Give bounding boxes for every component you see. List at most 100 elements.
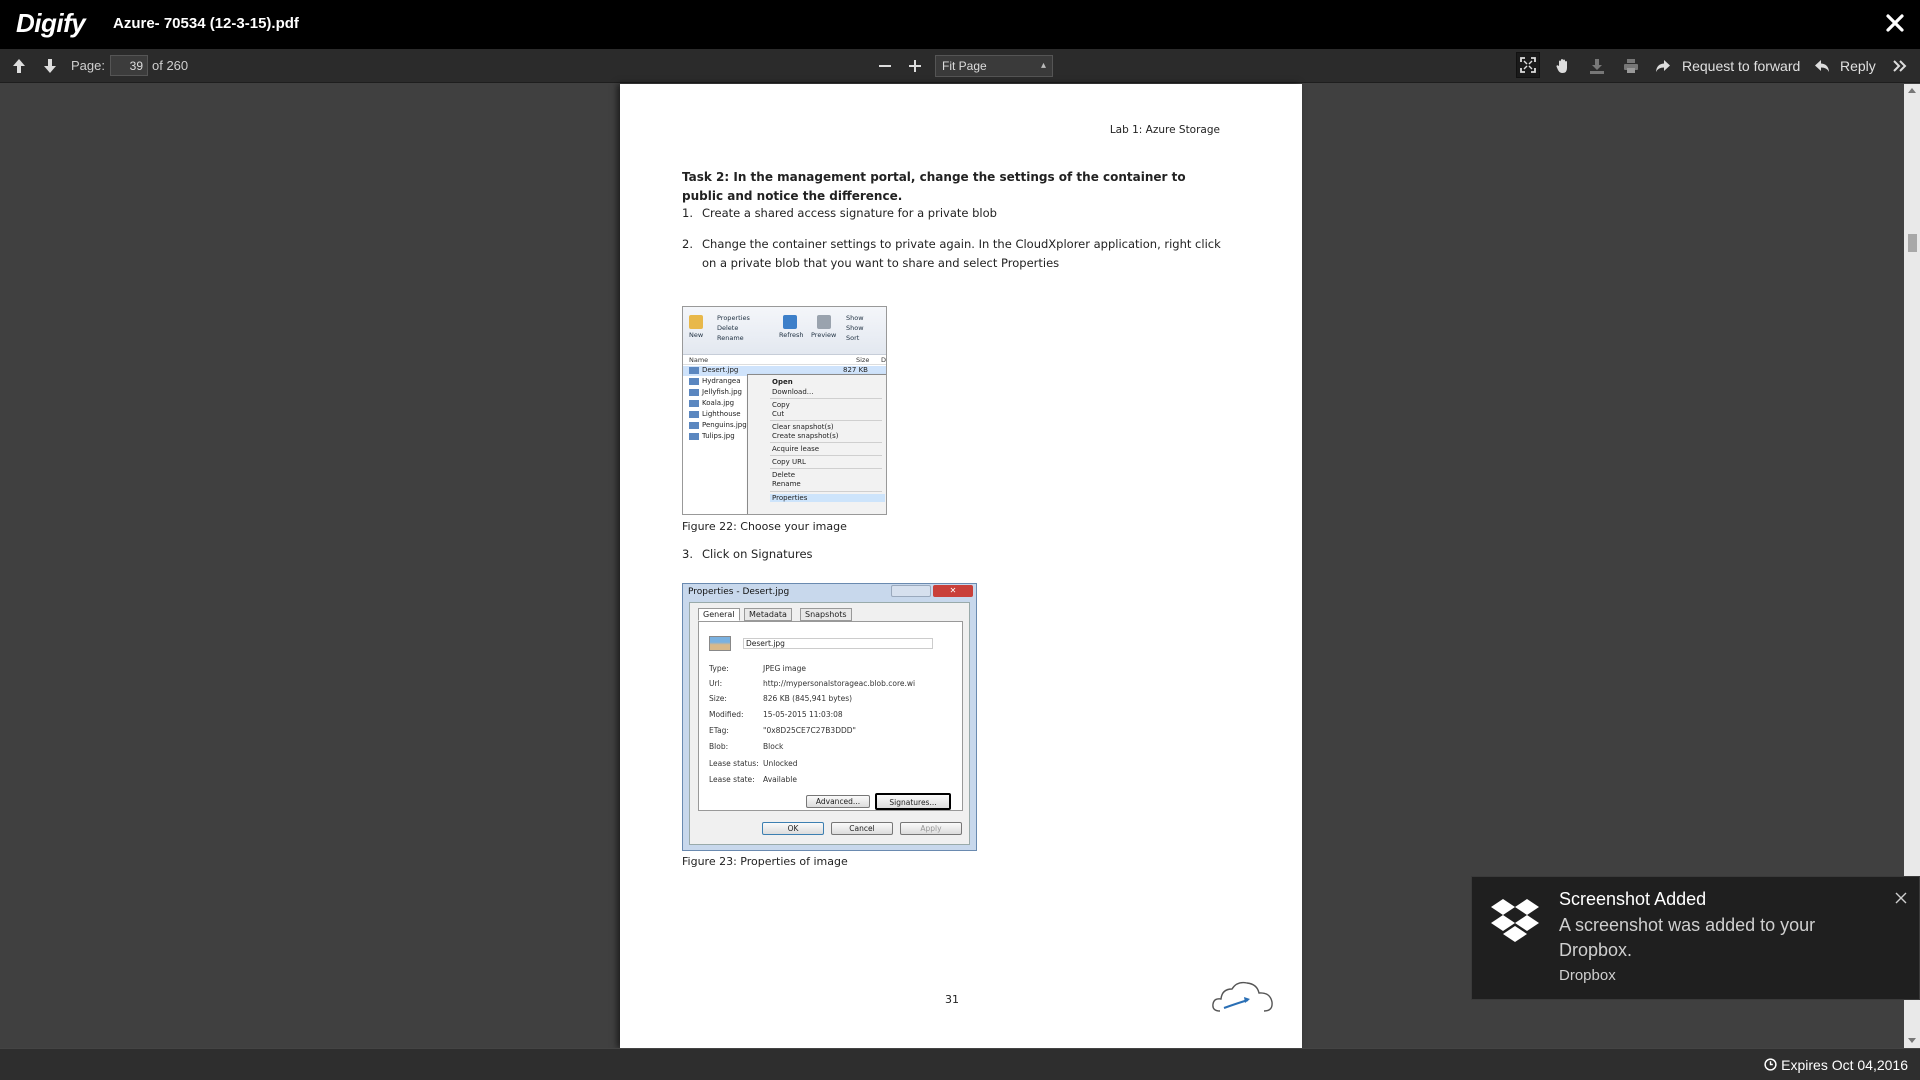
zoom-select-value: Fit Page bbox=[942, 59, 987, 73]
dialog-tab-panel: Desert.jpg Type: JPEG image Url: http://my… bbox=[698, 621, 963, 811]
list-item: Jellyfish.jpg bbox=[689, 388, 742, 396]
request-forward-button[interactable]: Request to forward bbox=[1682, 58, 1800, 74]
step-number: 3. bbox=[682, 547, 693, 561]
menu-item: Create snapshot(s) bbox=[772, 432, 839, 440]
property-value: Block bbox=[763, 742, 784, 751]
menu-divider bbox=[770, 455, 882, 456]
ribbon-label: Sort bbox=[846, 334, 860, 342]
apply-button: Apply bbox=[900, 822, 962, 835]
notification-toast[interactable]: Screenshot Added A screenshot was added … bbox=[1471, 876, 1920, 1000]
close-viewer-button[interactable] bbox=[1884, 12, 1906, 34]
ribbon-label: Rename bbox=[717, 334, 744, 342]
dialog-title: Properties - Desert.jpg bbox=[688, 587, 790, 597]
next-page-button[interactable] bbox=[41, 57, 59, 75]
dialog-tab: General bbox=[698, 608, 740, 621]
download-button[interactable] bbox=[1588, 57, 1606, 75]
status-bar: Expires Oct 04,2016 bbox=[0, 1048, 1920, 1080]
property-label: Lease status: bbox=[709, 759, 759, 768]
print-button[interactable] bbox=[1622, 57, 1640, 75]
app-logo: Digify bbox=[16, 8, 86, 38]
list-item: Tulips.jpg bbox=[689, 432, 735, 440]
ribbon: New Properties Delete Rename Refresh Pre… bbox=[683, 307, 886, 355]
arrow-down-icon bbox=[44, 59, 56, 73]
signatures-button: Signatures... bbox=[875, 793, 951, 810]
property-label: Size: bbox=[709, 694, 727, 703]
page-number-footer: 31 bbox=[945, 993, 959, 1006]
page-header: Lab 1: Azure Storage bbox=[1109, 124, 1220, 136]
ribbon-label: Refresh bbox=[779, 331, 804, 339]
file-name: Penguins.jpg bbox=[702, 421, 747, 429]
page-total: of 260 bbox=[152, 58, 189, 73]
property-value: Available bbox=[763, 775, 797, 784]
preview-icon bbox=[817, 315, 831, 329]
file-name: Tulips.jpg bbox=[702, 432, 735, 440]
image-file-icon bbox=[709, 636, 731, 651]
expiry-text: Expires Oct 04,2016 bbox=[1781, 1057, 1908, 1073]
expiry-info: Expires Oct 04,2016 bbox=[1764, 1057, 1908, 1073]
ribbon-label: Show bbox=[846, 324, 864, 332]
advanced-button: Advanced... bbox=[806, 795, 870, 808]
ribbon-label: Show bbox=[846, 314, 864, 322]
scrollbar-thumb[interactable] bbox=[1908, 234, 1917, 252]
pan-tool-button[interactable] bbox=[1554, 57, 1572, 75]
menu-item: Copy bbox=[772, 401, 790, 409]
reply-icon-button[interactable] bbox=[1813, 57, 1831, 75]
ribbon-label: Properties bbox=[717, 314, 750, 322]
file-name: Jellyfish.jpg bbox=[702, 388, 742, 396]
cloud-logo-icon bbox=[1212, 981, 1273, 1012]
step-text: Change the container settings to private… bbox=[702, 237, 1221, 270]
property-value: http://mypersonalstorageac.blob.core.wi bbox=[763, 679, 916, 688]
print-icon bbox=[1624, 59, 1638, 73]
refresh-icon bbox=[783, 315, 797, 329]
zoom-in-button[interactable] bbox=[906, 57, 924, 75]
scroll-down-icon[interactable] bbox=[1908, 1038, 1916, 1043]
file-name: Lighthouse bbox=[702, 410, 741, 418]
menu-divider bbox=[770, 398, 882, 399]
toast-close-button[interactable] bbox=[1894, 891, 1908, 905]
menu-item: Rename bbox=[772, 480, 801, 488]
fullscreen-icon bbox=[1520, 57, 1536, 73]
toast-source: Dropbox bbox=[1559, 967, 1616, 984]
chevrons-right-icon bbox=[1893, 60, 1907, 72]
menu-divider bbox=[770, 420, 882, 421]
reply-button[interactable]: Reply bbox=[1840, 58, 1876, 74]
fullscreen-button[interactable] bbox=[1516, 52, 1540, 78]
file-size: 827 KB bbox=[843, 366, 868, 374]
menu-item: Acquire lease bbox=[772, 445, 820, 453]
ok-button: OK bbox=[762, 822, 824, 835]
menu-item: Copy URL bbox=[772, 458, 806, 466]
property-label: Lease state: bbox=[709, 775, 755, 784]
step-text: Click on Signatures bbox=[702, 547, 813, 561]
scroll-up-icon[interactable] bbox=[1908, 88, 1916, 93]
property-label: ETag: bbox=[709, 726, 729, 735]
page-number-input[interactable] bbox=[110, 55, 148, 76]
ribbon-label: New bbox=[689, 331, 704, 339]
step-number: 2. bbox=[682, 237, 693, 251]
file-list-header: Name Size D bbox=[683, 355, 886, 365]
file-name-field: Desert.jpg bbox=[743, 638, 933, 649]
toast-title: Screenshot Added bbox=[1559, 889, 1707, 909]
step-number: 1. bbox=[682, 206, 693, 220]
list-item: Lighthouse bbox=[689, 410, 741, 418]
property-value: 15-05-2015 11:03:08 bbox=[763, 710, 843, 719]
menu-divider bbox=[770, 491, 882, 492]
more-options-button[interactable] bbox=[1891, 57, 1909, 75]
menu-item: Delete bbox=[772, 471, 795, 479]
zoom-select[interactable]: Fit Page ▴ bbox=[935, 55, 1053, 77]
figure-caption: Figure 22: Choose your image bbox=[682, 520, 847, 533]
page-label: Page: bbox=[71, 58, 105, 73]
context-menu: Open Download... Copy Cut Clear snapshot… bbox=[747, 374, 886, 514]
download-icon bbox=[1590, 59, 1604, 74]
previous-page-button[interactable] bbox=[10, 57, 28, 75]
property-label: Type: bbox=[709, 664, 729, 673]
file-name: Koala.jpg bbox=[702, 399, 735, 407]
title-bar: Digify Azure- 70534 (12-3-15).pdf bbox=[0, 0, 1920, 49]
step-text: Create a shared access signature for a p… bbox=[702, 206, 997, 220]
request-forward-icon-button[interactable] bbox=[1654, 57, 1672, 75]
column-header: Name bbox=[689, 356, 709, 364]
figure-caption: Figure 23: Properties of image bbox=[682, 855, 848, 868]
property-value: Unlocked bbox=[763, 759, 798, 768]
arrow-up-icon bbox=[13, 59, 25, 73]
zoom-out-button[interactable] bbox=[876, 57, 894, 75]
dialog-tab: Metadata bbox=[744, 608, 792, 621]
